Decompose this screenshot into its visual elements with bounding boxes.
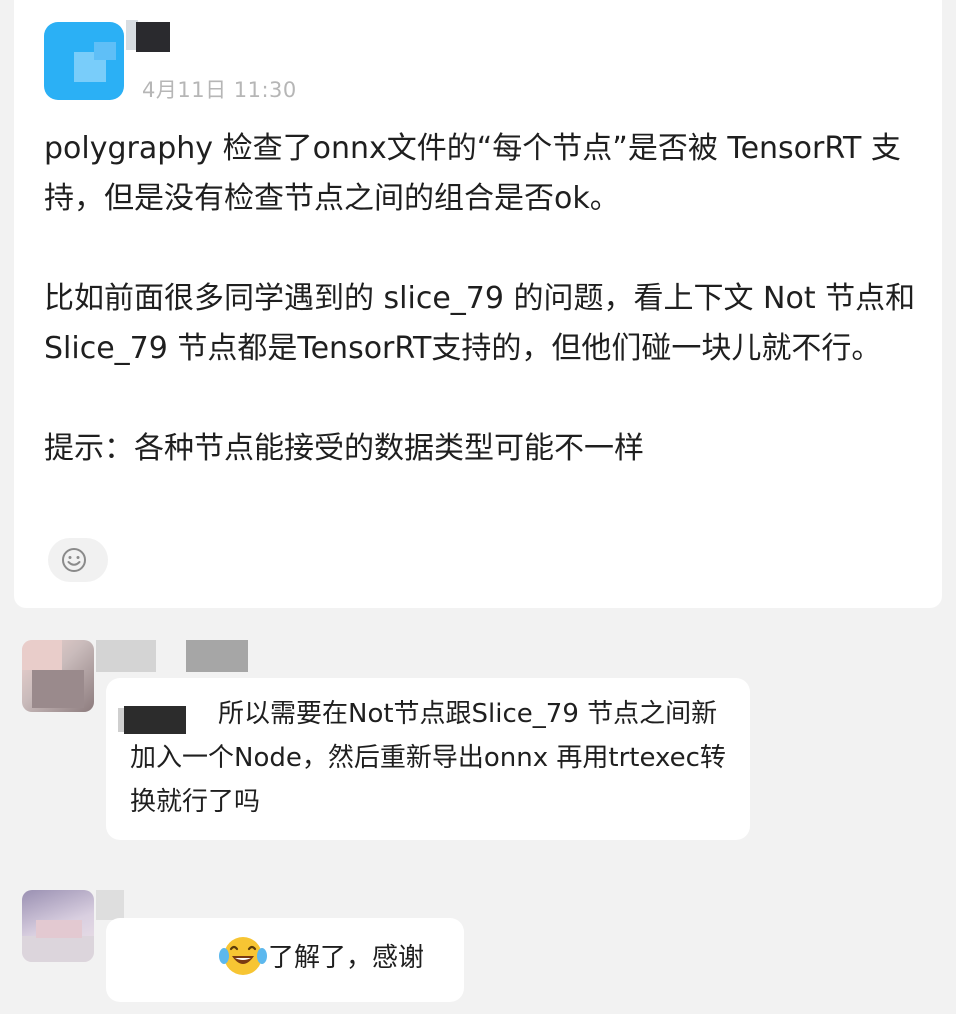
reply-author-name-redacted: [96, 640, 156, 672]
reply-text-container: 所以需要在Not节点跟Slice_79 节点之间新加入一个Node，然后重新导出…: [130, 692, 730, 824]
avatar-pixel: [32, 670, 84, 708]
avatar-pixel: [94, 42, 116, 60]
chat-page: 4月11日 11:30 polygraphy 检查了onnx文件的“每个节点”是…: [0, 0, 956, 1014]
post-paragraph: 比如前面很多同学遇到的 slice_79 的问题，看上下文 Not 节点和 Sl…: [44, 281, 916, 366]
reply-bubble[interactable]: 了解了，感谢: [106, 918, 464, 1002]
reply-text: 所以需要在Not节点跟Slice_79 节点之间新加入一个Node，然后重新导出…: [130, 699, 726, 817]
post-paragraph: 提示：各种节点能接受的数据类型可能不一样: [44, 431, 644, 466]
reply-bubble[interactable]: 所以需要在Not节点跟Slice_79 节点之间新加入一个Node，然后重新导出…: [106, 678, 750, 840]
reply-avatar[interactable]: [22, 890, 94, 962]
reply-text: 了解了，感谢: [268, 943, 425, 973]
reply-author-name-redacted: [186, 640, 248, 672]
post-paragraph: polygraphy 检查了onnx文件的“每个节点”是否被 TensorRT …: [44, 131, 901, 216]
author-name-redacted: [136, 22, 170, 52]
post-card: 4月11日 11:30 polygraphy 检查了onnx文件的“每个节点”是…: [14, 0, 942, 608]
post-author-avatar[interactable]: [44, 22, 124, 100]
add-reaction-button[interactable]: [48, 538, 108, 582]
laughing-tears-icon: [219, 937, 267, 975]
avatar-pixel: [22, 640, 62, 670]
reply-author-name-redacted: [96, 890, 124, 920]
avatar-pixel: [22, 936, 94, 962]
avatar-pixel: [36, 920, 82, 938]
post-body: polygraphy 检查了onnx文件的“每个节点”是否被 TensorRT …: [44, 124, 939, 474]
reply-avatar[interactable]: [22, 640, 94, 712]
smile-icon: [62, 548, 86, 572]
post-timestamp: 4月11日 11:30: [142, 78, 297, 102]
